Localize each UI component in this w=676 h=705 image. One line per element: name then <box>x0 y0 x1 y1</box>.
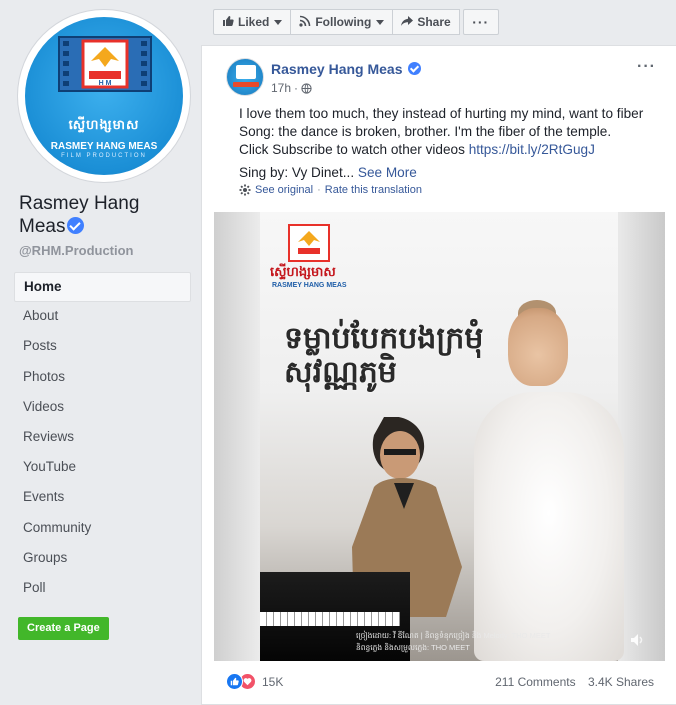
post-text-fragment: Sing by: Vy Dinet... <box>239 165 355 180</box>
post-text-line: I love them too much, they instead of hu… <box>239 106 644 121</box>
post-stats: 211 Comments 3.4K Shares <box>495 675 654 689</box>
post-card: Rasmey Hang Meas 17h · ··· I love them t… <box>201 45 676 705</box>
liked-button[interactable]: Liked <box>213 9 292 35</box>
share-label: Share <box>417 15 451 29</box>
logo-khmer-text: ស្ទើហង្សមាស <box>68 118 140 133</box>
translation-bar: See original · Rate this translation <box>239 184 422 196</box>
chevron-down-icon <box>376 19 385 25</box>
reactions-summary[interactable]: 15K <box>226 673 283 690</box>
volume-muted-icon[interactable] <box>629 631 647 649</box>
nav-item-reviews[interactable]: Reviews <box>14 423 191 453</box>
avatar-logo-shape <box>236 65 256 79</box>
piano-keys <box>260 612 400 626</box>
post-options-button[interactable]: ··· <box>637 58 656 76</box>
poster-credits: ច្រៀងដោយ: វី ឌីណែត | និពន្ធទំនុកច្រៀង និ… <box>356 630 576 654</box>
post-video[interactable]: ស្ទើហង្សមាស RASMEY HANG MEAS ទម្លាប់បែកប… <box>214 212 665 661</box>
poster-title: ទម្លាប់បែកបងក្រមុំសុវណ្ណភូមិ <box>284 321 484 390</box>
chevron-down-icon <box>274 19 283 25</box>
see-more-link[interactable]: See More <box>358 165 417 180</box>
logo-sub-text: FILM PRODUCTION <box>61 153 147 159</box>
separator-dot: · <box>317 184 321 196</box>
post-text-line: Click Subscribe to watch other videos ht… <box>239 141 659 159</box>
rate-translation-link[interactable]: Rate this translation <box>325 184 422 196</box>
page-name[interactable]: Rasmey Hang Meas <box>19 192 189 238</box>
following-button[interactable]: Following <box>290 9 394 35</box>
svg-text:H M: H M <box>99 80 112 87</box>
video-poster: ស្ទើហង្សមាស RASMEY HANG MEAS ទម្លាប់បែកប… <box>260 212 624 661</box>
nav-item-home[interactable]: Home <box>14 272 191 303</box>
poster-credit-line: ច្រៀងដោយ: វី ឌីណែត | និពន្ធទំនុកច្រៀង និ… <box>356 631 551 640</box>
page-handle[interactable]: @RHM.Production <box>19 243 134 258</box>
more-options-button[interactable]: ··· <box>462 9 499 35</box>
nav-item-community[interactable]: Community <box>14 514 191 544</box>
globe-icon <box>301 82 312 94</box>
see-original-link[interactable]: See original <box>255 184 313 196</box>
nav-item-posts[interactable]: Posts <box>14 332 191 362</box>
post-author-name: Rasmey Hang Meas <box>271 61 403 77</box>
post-text-fragment: Click Subscribe to watch other videos <box>239 142 469 157</box>
verified-badge-icon <box>67 217 85 234</box>
shares-count-link[interactable]: 3.4K Shares <box>588 675 654 689</box>
nav-item-events[interactable]: Events <box>14 483 191 513</box>
post-text: I love them too much, they instead of hu… <box>239 105 659 182</box>
verified-badge-icon <box>408 62 422 75</box>
thumbs-up-icon <box>222 15 234 30</box>
post-author-avatar[interactable] <box>226 58 264 96</box>
post-timestamp[interactable]: 17h · <box>271 81 312 95</box>
like-reaction-icon <box>226 673 243 690</box>
poster-logo-icon <box>288 224 330 262</box>
profile-logo: H M ស្ទើហង្សមាស RASMEY HANG MEAS FILM PR… <box>25 17 183 175</box>
nav-item-poll[interactable]: Poll <box>14 574 191 604</box>
following-label: Following <box>315 15 372 29</box>
film-reel-logo-icon: H M <box>58 36 152 92</box>
liked-label: Liked <box>238 15 270 29</box>
left-sidebar: H M ស្ទើហង្សមាស RASMEY HANG MEAS FILM PR… <box>0 0 200 705</box>
share-button[interactable]: Share <box>392 9 460 35</box>
rss-feed-icon <box>299 15 311 30</box>
woman-head-figure <box>508 308 568 386</box>
poster-logo-en: RASMEY HANG MEAS <box>272 282 347 289</box>
woman-dress-figure <box>474 392 624 661</box>
poster-credit-line: និពន្ធភ្លេង និងសម្រួលភ្លេង: THO MEET <box>356 643 470 652</box>
gear-icon <box>239 184 251 196</box>
logo-brand-text: RASMEY HANG MEAS <box>50 141 158 152</box>
page-nav: Home About Posts Photos Videos Reviews Y… <box>14 272 191 604</box>
page-action-bar: Liked Following Share ··· <box>213 9 499 35</box>
post-text-line: Song: the dance is broken, brother. I'm … <box>239 124 612 139</box>
create-page-button[interactable]: Create a Page <box>18 617 109 640</box>
nav-item-groups[interactable]: Groups <box>14 544 191 574</box>
share-arrow-icon <box>401 15 414 30</box>
nav-item-photos[interactable]: Photos <box>14 363 191 393</box>
post-text-line: Sing by: Vy Dinet... See More <box>239 164 659 182</box>
comments-count-link[interactable]: 211 Comments <box>495 675 575 689</box>
page-profile-picture[interactable]: H M ស្ទើហង្សមាស RASMEY HANG MEAS FILM PR… <box>18 10 190 182</box>
post-author[interactable]: Rasmey Hang Meas <box>271 61 422 77</box>
avatar-logo-bar <box>233 82 259 87</box>
post-link[interactable]: https://bit.ly/2RtGugJ <box>469 142 595 157</box>
nav-item-about[interactable]: About <box>14 302 191 332</box>
separator-dot: · <box>294 81 299 95</box>
nav-item-videos[interactable]: Videos <box>14 393 191 423</box>
reactions-count: 15K <box>262 674 284 689</box>
post-time-text: 17h <box>271 81 292 95</box>
nav-item-youtube[interactable]: YouTube <box>14 453 191 483</box>
poster-logo-khmer: ស្ទើហង្សមាស <box>270 265 336 280</box>
